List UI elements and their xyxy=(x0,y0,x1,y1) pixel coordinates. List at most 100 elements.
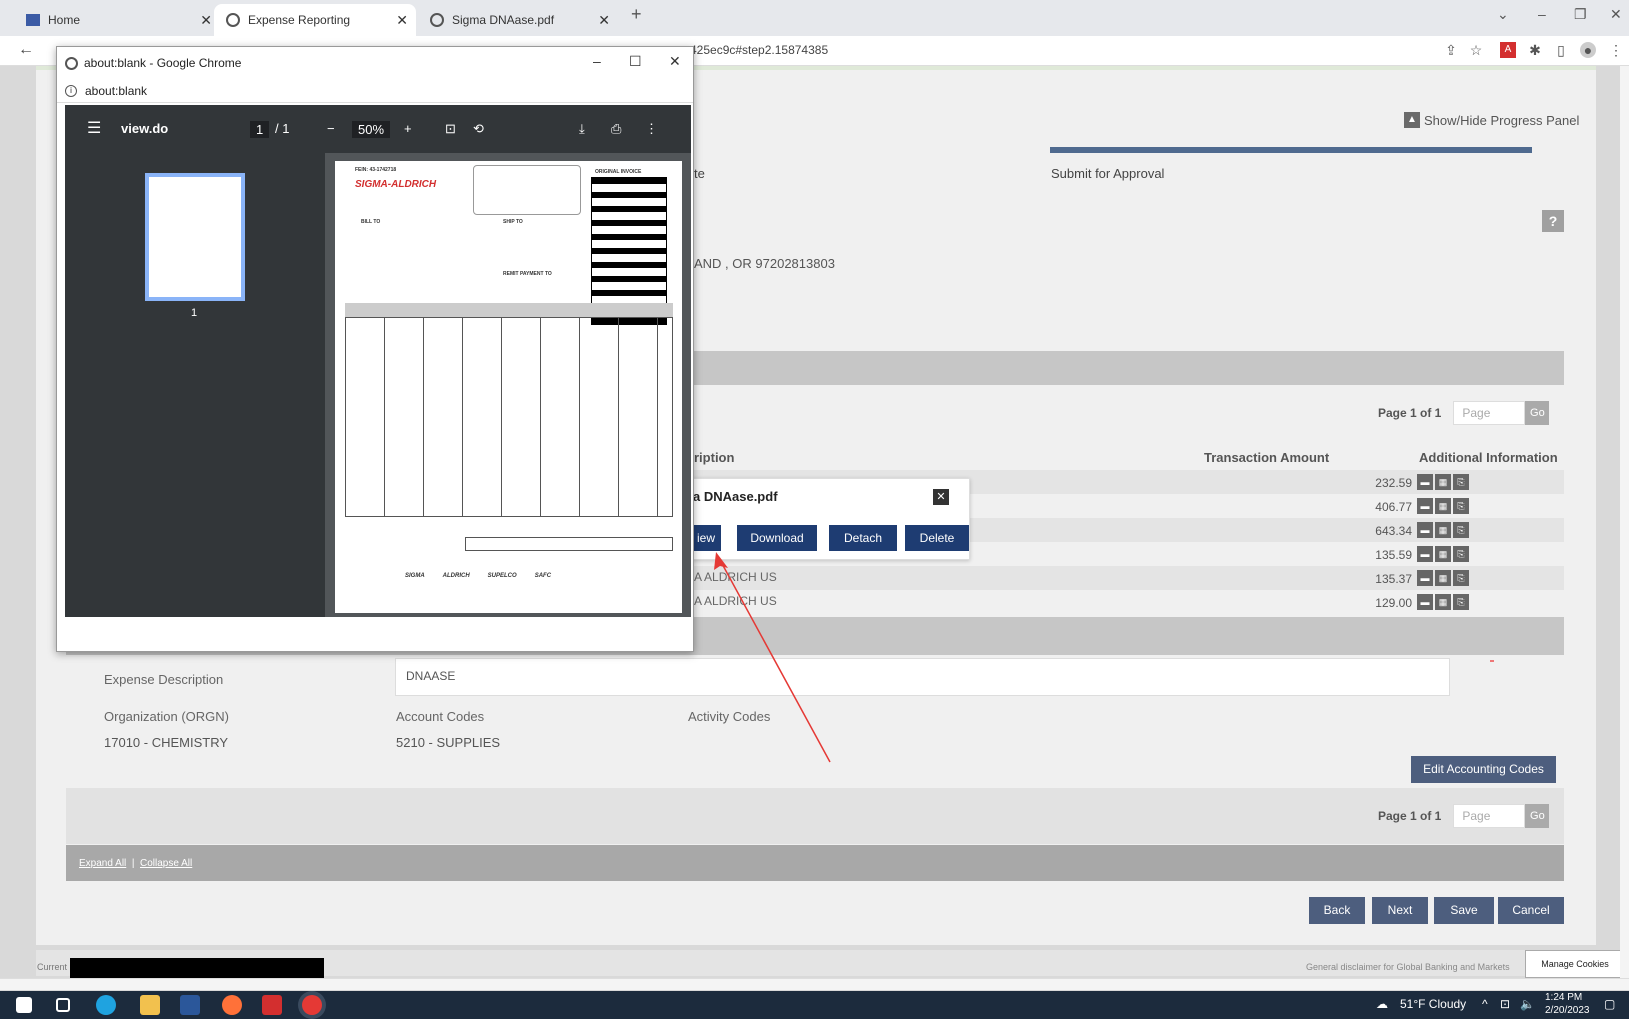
tab-sigma-pdf[interactable]: Sigma DNAase.pdf ✕ xyxy=(418,4,618,36)
attachment-icon[interactable]: ⎘ xyxy=(1453,498,1469,514)
puzzle-icon[interactable]: ✱ xyxy=(1527,42,1543,58)
weather-text[interactable]: 51°F Cloudy xyxy=(1400,997,1466,1011)
edit-icon[interactable]: ▬ xyxy=(1417,570,1433,586)
receipt-icon[interactable]: ▦ xyxy=(1435,498,1451,514)
browser-tabstrip: Home ✕ Expense Reporting ✕ Sigma DNAase.… xyxy=(0,0,1629,36)
star-icon[interactable]: ☆ xyxy=(1468,42,1484,58)
go-button[interactable]: Go xyxy=(1525,401,1550,425)
info-icon[interactable]: i xyxy=(65,84,77,97)
zoom-in-icon[interactable]: + xyxy=(404,121,412,136)
cancel-button[interactable]: Cancel xyxy=(1498,897,1564,924)
collapse-all-link[interactable]: Collapse All xyxy=(140,858,192,869)
go-button[interactable]: Go xyxy=(1525,804,1550,828)
delete-button[interactable]: Delete xyxy=(905,525,969,551)
maximize-icon[interactable]: ☐ xyxy=(629,53,642,70)
close-icon[interactable]: ✕ xyxy=(669,53,681,70)
network-icon[interactable]: ⊡ xyxy=(1500,997,1510,1011)
hamburger-menu-icon[interactable]: ☰ xyxy=(87,118,101,138)
receipt-icon[interactable]: ▦ xyxy=(1435,522,1451,538)
close-icon[interactable]: ✕ xyxy=(396,12,408,29)
page-input[interactable]: Page xyxy=(1453,804,1526,828)
show-hide-progress-link[interactable]: ▲ Show/Hide Progress Panel xyxy=(1404,112,1579,128)
close-icon[interactable]: ✕ xyxy=(598,12,610,29)
rotate-icon[interactable]: ⟲ xyxy=(473,121,484,137)
expense-description-field[interactable]: DNAASE xyxy=(395,658,1450,696)
edit-icon[interactable]: ▬ xyxy=(1417,498,1433,514)
chevron-down-icon[interactable]: ⌄ xyxy=(1497,6,1509,23)
weather-icon[interactable]: ☁ xyxy=(1376,997,1388,1011)
firefox-icon[interactable] xyxy=(222,995,242,1015)
back-button[interactable]: Back xyxy=(1309,897,1365,924)
chrome-icon[interactable] xyxy=(302,995,322,1015)
sidepanel-icon[interactable]: ▯ xyxy=(1553,42,1569,58)
row-actions: ▬ ▦ ⎘ xyxy=(1417,474,1469,490)
save-button[interactable]: Save xyxy=(1434,897,1494,924)
expand-all-link[interactable]: Expand All xyxy=(79,858,126,869)
edit-icon[interactable]: ▬ xyxy=(1417,594,1433,610)
tab-home[interactable]: Home ✕ xyxy=(14,4,220,36)
notification-icon[interactable]: ▢ xyxy=(1604,997,1615,1011)
clock-date[interactable]: 2/20/2023 xyxy=(1545,1005,1590,1016)
minimize-icon[interactable]: – xyxy=(1538,6,1546,22)
help-button[interactable]: ? xyxy=(1542,210,1564,232)
receipt-icon[interactable]: ▦ xyxy=(1435,594,1451,610)
fit-page-icon[interactable]: ⊡ xyxy=(445,121,456,137)
receipt-icon[interactable]: ▦ xyxy=(1435,474,1451,490)
tab-expense-reporting[interactable]: Expense Reporting ✕ xyxy=(214,4,416,36)
footer-disclaimer[interactable]: General disclaimer for Global Banking an… xyxy=(1306,962,1510,972)
share-icon[interactable]: ⇪ xyxy=(1443,42,1459,58)
acrobat-icon[interactable] xyxy=(262,995,282,1015)
vertical-scrollbar[interactable] xyxy=(1620,66,1629,978)
row-actions: ▬ ▦ ⎘ xyxy=(1417,522,1469,538)
close-icon[interactable]: ✕ xyxy=(933,489,949,505)
edge-icon[interactable] xyxy=(96,995,116,1015)
receipt-icon[interactable]: ▦ xyxy=(1435,570,1451,586)
page-thumbnail[interactable] xyxy=(145,173,245,301)
file-explorer-icon[interactable] xyxy=(140,995,160,1015)
line-items-header xyxy=(345,303,673,317)
horizontal-scrollbar[interactable] xyxy=(0,978,1629,990)
word-icon[interactable] xyxy=(180,995,200,1015)
row-amount: 129.00 xyxy=(1375,596,1412,610)
download-icon[interactable]: ⤓ xyxy=(579,121,585,137)
separator: | xyxy=(131,858,135,869)
minimize-icon[interactable]: – xyxy=(593,53,601,69)
close-window-icon[interactable]: ✕ xyxy=(1610,6,1622,23)
edit-icon[interactable]: ▬ xyxy=(1417,474,1433,490)
attachment-icon[interactable]: ⎘ xyxy=(1453,546,1469,562)
next-button[interactable]: Next xyxy=(1372,897,1428,924)
zoom-level[interactable]: 50% xyxy=(352,121,391,138)
edit-icon[interactable]: ▬ xyxy=(1417,522,1433,538)
attachment-icon[interactable]: ⎘ xyxy=(1453,570,1469,586)
tray-chevron-icon[interactable]: ^ xyxy=(1482,997,1488,1011)
windows-taskbar: ☁ 51°F Cloudy ^ ⊡ 🔈 1:24 PM 2/20/2023 ▢ xyxy=(0,991,1629,1019)
volume-icon[interactable]: 🔈 xyxy=(1520,997,1535,1011)
edit-icon[interactable]: ▬ xyxy=(1417,546,1433,562)
new-tab-icon[interactable]: + xyxy=(631,4,642,25)
column-transaction-amount: Transaction Amount xyxy=(1204,450,1330,465)
acrobat-extension-icon[interactable]: A xyxy=(1500,42,1516,58)
receipt-icon[interactable]: ▦ xyxy=(1435,546,1451,562)
profile-icon[interactable]: ● xyxy=(1580,42,1596,58)
clock-time[interactable]: 1:24 PM xyxy=(1545,992,1582,1003)
close-icon[interactable]: ✕ xyxy=(200,12,212,29)
restore-icon[interactable]: ❐ xyxy=(1574,6,1587,23)
kebab-menu-icon[interactable]: ⋮ xyxy=(1608,42,1624,58)
kebab-menu-icon[interactable]: ⋮ xyxy=(645,121,658,137)
url-text[interactable]: 425ec9c#step2.15874385 xyxy=(690,43,828,57)
task-view-icon[interactable] xyxy=(56,998,70,1012)
back-arrow-icon[interactable]: ← xyxy=(18,41,34,59)
windows-start-icon[interactable] xyxy=(16,997,32,1013)
invoice-page: FEIN: 43-1742718 SIGMA-ALDRICH ORIGINAL … xyxy=(335,161,682,613)
attachment-icon[interactable]: ⎘ xyxy=(1453,594,1469,610)
attachment-icon[interactable]: ⎘ xyxy=(1453,474,1469,490)
page-input[interactable]: Page xyxy=(1453,401,1526,425)
edit-accounting-codes-button[interactable]: Edit Accounting Codes xyxy=(1411,756,1556,783)
pdf-toolbar: ☰ view.do 1 / 1 − 50% + ⊡ ⟲ ⤓ ⎙ ⋮ xyxy=(65,105,691,153)
manage-cookies-button[interactable]: Manage Cookies xyxy=(1525,950,1625,978)
print-icon[interactable]: ⎙ xyxy=(611,121,621,137)
attachment-icon[interactable]: ⎘ xyxy=(1453,522,1469,538)
expand-collapse-links: Expand All | Collapse All xyxy=(79,858,192,869)
zoom-out-icon[interactable]: − xyxy=(327,121,335,136)
page-number-input[interactable]: 1 xyxy=(250,121,270,138)
